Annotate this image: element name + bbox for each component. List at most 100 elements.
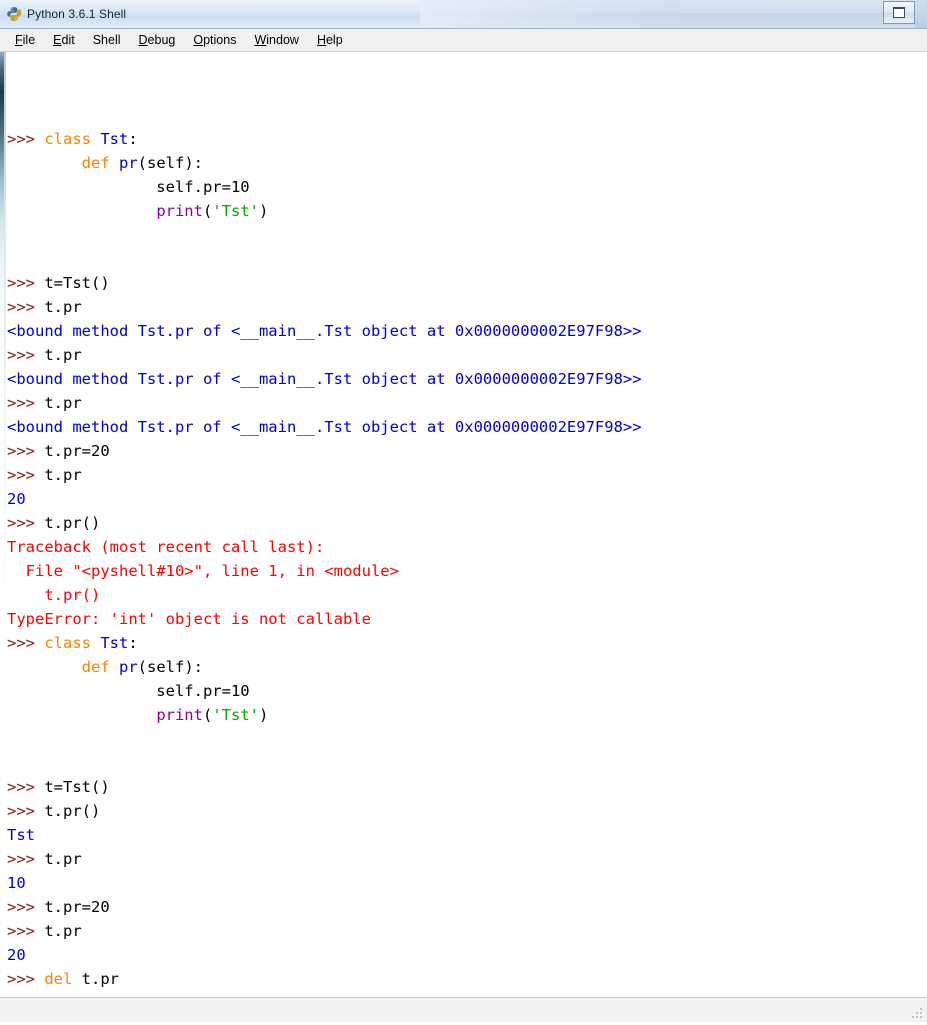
shell-token-normal: t=Tst(): [44, 778, 110, 796]
shell-line: <bound method Tst.pr of <__main__.Tst ob…: [7, 415, 927, 439]
shell-token-output: Tst: [7, 826, 35, 844]
shell-token-normal: t.pr: [44, 394, 82, 412]
shell-blank-line: [7, 727, 927, 751]
shell-line: >>> t.pr: [7, 295, 927, 319]
shell-token-keyword: class: [44, 634, 101, 652]
shell-token-output: <bound method Tst.pr of <__main__.Tst ob…: [7, 370, 642, 388]
shell-token-definition: Tst: [100, 130, 129, 148]
shell-token-normal: ): [259, 706, 269, 724]
shell-token-error: TypeError: 'int' object is not callable: [7, 610, 371, 628]
shell-token-normal: [7, 658, 82, 676]
shell-token-definition: pr: [118, 658, 138, 676]
menu-accelerator: E: [53, 33, 62, 47]
shell-token-definition: Tst: [100, 634, 129, 652]
shell-token-normal: (self):: [137, 658, 203, 676]
shell-line: Tst: [7, 823, 927, 847]
shell-token-normal: [7, 154, 82, 172]
shell-line: >>> t.pr=20: [7, 895, 927, 919]
shell-token-normal: t.pr: [44, 994, 81, 997]
shell-line: def pr(self):: [7, 655, 927, 679]
shell-line: self.pr=10: [7, 175, 927, 199]
shell-token-normal: self.pr=10: [7, 178, 250, 196]
menu-item-shell[interactable]: Shell: [84, 30, 130, 50]
shell-token-prompt: >>>: [7, 802, 45, 820]
menu-label: Debug: [138, 33, 176, 47]
shell-token-prompt: >>>: [7, 994, 44, 997]
menu-item-window[interactable]: Window: [245, 30, 307, 50]
menu-label: Help: [316, 33, 343, 47]
shell-token-prompt: >>>: [7, 298, 45, 316]
shell-token-normal: t.pr=20: [44, 442, 110, 460]
resize-grip-icon[interactable]: [910, 1006, 924, 1020]
title-bar[interactable]: Python 3.6.1 Shell: [0, 0, 927, 29]
shell-token-prompt: >>>: [7, 970, 45, 988]
shell-line: print('Tst'): [7, 703, 927, 727]
shell-token-keyword: def: [81, 154, 119, 172]
shell-token-prompt: >>>: [7, 466, 45, 484]
shell-token-builtin: print: [156, 202, 203, 220]
shell-output-area[interactable]: >>> class Tst: def pr(self): self.pr=10 …: [0, 52, 927, 997]
shell-token-normal: t.pr: [44, 346, 82, 364]
shell-token-prompt: >>>: [7, 274, 45, 292]
shell-token-normal: [7, 202, 156, 220]
menu-item-file[interactable]: File: [6, 30, 44, 50]
menu-accelerator: W: [254, 33, 267, 47]
shell-line: >>> t=Tst(): [7, 271, 927, 295]
left-edge-artifact-fade: [4, 52, 6, 997]
shell-token-normal: t.pr: [44, 850, 82, 868]
shell-token-prompt: >>>: [7, 634, 45, 652]
menu-label: Window: [254, 33, 299, 47]
title-bar-glass-fade: [420, 0, 680, 28]
menu-item-debug[interactable]: Debug: [130, 30, 185, 50]
shell-token-output: <bound method Tst.pr of <__main__.Tst ob…: [7, 418, 642, 436]
menu-accelerator: H: [316, 33, 326, 47]
window-edge: [915, 0, 927, 28]
menu-label: Shell: [92, 33, 121, 47]
shell-token-prompt: >>>: [7, 922, 45, 940]
shell-token-normal: t.pr(): [44, 514, 101, 532]
shell-token-normal: [7, 706, 156, 724]
shell-token-output: <bound method Tst.pr of <__main__.Tst ob…: [7, 322, 642, 340]
shell-line: t.pr(): [7, 583, 927, 607]
shell-line: File "<pyshell#10>", line 1, in <module>: [7, 559, 927, 583]
shell-text[interactable]: >>> class Tst: def pr(self): self.pr=10 …: [0, 52, 927, 997]
shell-line: >>> t.pr(): [7, 799, 927, 823]
shell-line: >>> t.pr: [7, 847, 927, 871]
shell-line: print('Tst'): [7, 199, 927, 223]
shell-token-normal: (: [202, 202, 213, 220]
shell-token-output: 20: [7, 946, 26, 964]
menu-item-edit[interactable]: Edit: [44, 30, 84, 50]
shell-token-builtin: print: [156, 706, 203, 724]
shell-token-normal: t=Tst(): [44, 274, 110, 292]
shell-line: >>> del t.pr: [7, 967, 927, 991]
shell-line: 10: [7, 871, 927, 895]
shell-blank-line: [7, 247, 927, 271]
shell-blank-line: [7, 223, 927, 247]
shell-token-prompt: >>>: [7, 514, 45, 532]
shell-token-prompt: >>>: [7, 778, 45, 796]
shell-token-error: t.pr(): [7, 586, 101, 604]
shell-token-string: 'Tst': [212, 202, 259, 220]
shell-token-normal: (: [202, 706, 213, 724]
shell-token-prompt: >>>: [7, 850, 45, 868]
menu-label: Options: [193, 33, 237, 47]
shell-line: >>> class Tst:: [7, 127, 927, 151]
restore-button[interactable]: [883, 1, 915, 24]
shell-token-output: 10: [7, 874, 26, 892]
menu-item-help[interactable]: Help: [308, 30, 352, 50]
window-title: Python 3.6.1 Shell: [27, 7, 127, 21]
shell-line: >>> t=Tst(): [7, 775, 927, 799]
shell-token-normal: t.pr: [44, 922, 82, 940]
shell-token-definition: pr: [118, 154, 138, 172]
shell-line: >>> t.pr(): [7, 511, 927, 535]
shell-line: >>> t.pr: [7, 463, 927, 487]
shell-blank-line: [7, 751, 927, 775]
shell-token-normal: self.pr=10: [7, 682, 250, 700]
menu-item-options[interactable]: Options: [184, 30, 245, 50]
menu-accelerator: D: [138, 33, 148, 47]
shell-line: >>> t.pr: [7, 343, 927, 367]
shell-line: >>> t.pr: [7, 991, 927, 997]
shell-token-keyword: del: [44, 970, 82, 988]
status-bar: [0, 997, 927, 1022]
shell-token-prompt: >>>: [7, 442, 45, 460]
